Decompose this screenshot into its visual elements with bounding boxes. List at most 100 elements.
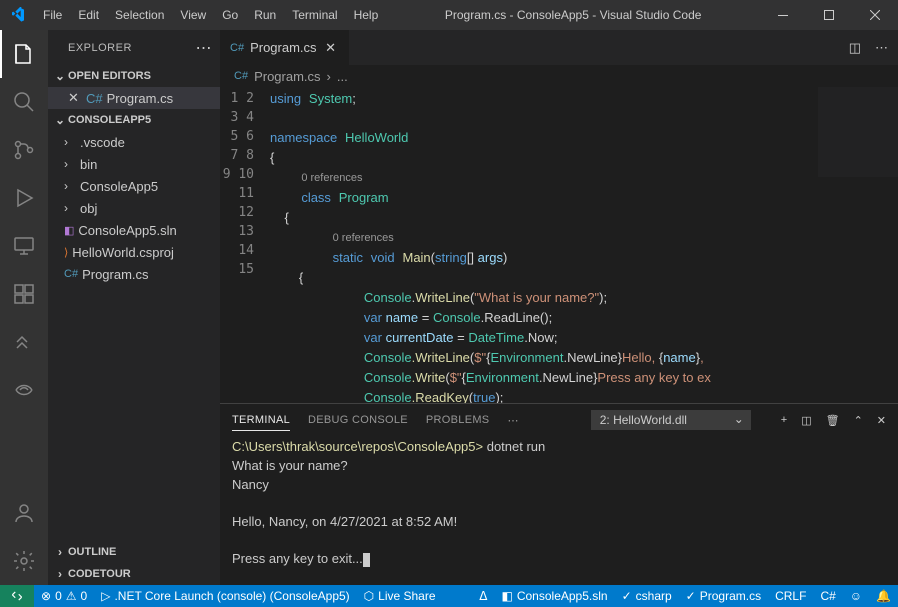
breadcrumb[interactable]: C# Program.cs › ...	[220, 65, 898, 87]
menu-terminal[interactable]: Terminal	[284, 0, 345, 30]
menu-edit[interactable]: Edit	[70, 0, 107, 30]
account-icon[interactable]	[0, 489, 48, 537]
check-icon: ✓	[686, 589, 696, 603]
tree-label: ConsoleApp5.sln	[78, 223, 176, 238]
open-editor-label: Program.cs	[107, 91, 173, 106]
maximize-panel-icon[interactable]: ⌃	[854, 414, 863, 427]
status-flame[interactable]: ᐃ	[472, 585, 494, 607]
window-controls	[760, 0, 898, 30]
close-button[interactable]	[852, 0, 898, 30]
status-errors[interactable]: ⊗0 ⚠0	[34, 585, 94, 607]
chevron-right-icon: ›	[52, 567, 68, 581]
csharp-file-icon: C#	[230, 42, 244, 54]
codetour-label: CODETOUR	[68, 568, 131, 580]
menu-run[interactable]: Run	[246, 0, 284, 30]
terminal-selector[interactable]: 2: HelloWorld.dll	[591, 410, 751, 430]
menu-selection[interactable]: Selection	[107, 0, 172, 30]
status-language[interactable]: C#	[813, 585, 842, 607]
status-sln[interactable]: ◧ConsoleApp5.sln	[495, 585, 615, 607]
sidebar-title: EXPLORER	[68, 42, 196, 54]
kill-terminal-icon[interactable]: 🗑	[826, 414, 840, 427]
file-csproj[interactable]: ⟩ HelloWorld.csproj	[48, 241, 220, 263]
terminal-cursor	[363, 553, 370, 567]
menu-file[interactable]: File	[35, 0, 70, 30]
open-editors-header[interactable]: ⌄ OPEN EDITORS	[48, 65, 220, 87]
window-title: Program.cs - ConsoleApp5 - Visual Studio…	[386, 8, 760, 22]
remote-indicator-icon[interactable]	[0, 585, 34, 607]
explorer-sidebar: EXPLORER ⋯ ⌄ OPEN EDITORS ✕ C# Program.c…	[48, 30, 220, 585]
run-debug-icon[interactable]	[0, 174, 48, 222]
split-terminal-icon[interactable]: ◫	[801, 414, 811, 427]
panel-tab-problems[interactable]: PROBLEMS	[426, 410, 490, 430]
terminal-content[interactable]: C:\Users\thrak\source\repos\ConsoleApp5>…	[220, 436, 898, 585]
vscode-logo-icon	[0, 7, 35, 23]
codelens-references[interactable]: 0 references	[333, 232, 394, 244]
breadcrumb-item[interactable]: ...	[337, 69, 348, 84]
panel: TERMINAL DEBUG CONSOLE PROBLEMS ⋯ 2: Hel…	[220, 403, 898, 585]
sln-file-icon: ◧	[64, 224, 74, 237]
check-icon: ✓	[622, 589, 632, 603]
editor-tabs: C# Program.cs ✕ ◫ ⋯	[220, 30, 898, 65]
extensions-icon[interactable]	[0, 270, 48, 318]
file-program-cs[interactable]: C#Program.cs	[48, 263, 220, 285]
codetour-header[interactable]: ›CODETOUR	[48, 563, 220, 585]
menu-help[interactable]: Help	[346, 0, 387, 30]
new-terminal-icon[interactable]: +	[781, 414, 787, 427]
source-control-icon[interactable]	[0, 126, 48, 174]
settings-gear-icon[interactable]	[0, 537, 48, 585]
folder-bin[interactable]: ›bin	[48, 153, 220, 175]
sidebar-more-icon[interactable]: ⋯	[196, 38, 213, 58]
panel-tab-debug-console[interactable]: DEBUG CONSOLE	[308, 410, 408, 430]
liveshare-icon[interactable]	[0, 366, 48, 414]
codelens-references[interactable]: 0 references	[301, 172, 362, 184]
project-header[interactable]: ⌄ CONSOLEAPP5	[48, 109, 220, 131]
code-content[interactable]: using System; namespace HelloWorld { 0 r…	[270, 87, 898, 403]
open-editors-label: OPEN EDITORS	[68, 70, 151, 82]
menu-go[interactable]: Go	[214, 0, 246, 30]
maximize-button[interactable]	[806, 0, 852, 30]
panel-tab-more-icon[interactable]: ⋯	[507, 410, 518, 431]
search-icon[interactable]	[0, 78, 48, 126]
file-sln[interactable]: ◧ ConsoleApp5.sln	[48, 219, 220, 241]
split-editor-icon[interactable]: ◫	[849, 40, 861, 56]
editor-area: C# Program.cs ✕ ◫ ⋯ C# Program.cs › ... …	[220, 30, 898, 585]
line-numbers: 1 2 3 4 5 6 7 8 9 10 11 12 13 14 15	[220, 87, 270, 403]
status-csharp[interactable]: ✓csharp	[615, 585, 679, 607]
status-liveshare[interactable]: ⬡Live Share	[357, 585, 443, 607]
status-feedback-icon[interactable]: ☺	[843, 585, 869, 607]
status-crlf[interactable]: CRLF	[768, 585, 813, 607]
close-tab-icon[interactable]: ✕	[323, 40, 339, 56]
remote-explorer-icon[interactable]	[0, 222, 48, 270]
status-program[interactable]: ✓Program.cs	[679, 585, 768, 607]
panel-tab-terminal[interactable]: TERMINAL	[232, 410, 290, 431]
tree-label: HelloWorld.csproj	[72, 245, 174, 260]
breadcrumb-item[interactable]: Program.cs	[254, 69, 320, 84]
tree-label: .vscode	[80, 135, 125, 150]
outline-header[interactable]: ›OUTLINE	[48, 541, 220, 563]
activity-bar	[0, 30, 48, 585]
code-editor[interactable]: 1 2 3 4 5 6 7 8 9 10 11 12 13 14 15 usin…	[220, 87, 898, 403]
folder-consoleapp5[interactable]: ›ConsoleApp5	[48, 175, 220, 197]
folder-obj[interactable]: ›obj	[48, 197, 220, 219]
folder-vscode[interactable]: ›.vscode	[48, 131, 220, 153]
tree-label: obj	[80, 201, 97, 216]
status-notifications-icon[interactable]: 🔔	[869, 585, 898, 607]
menu-view[interactable]: View	[172, 0, 214, 30]
terminal-prompt: C:\Users\thrak\source\repos\ConsoleApp5>	[232, 439, 483, 454]
minimize-button[interactable]	[760, 0, 806, 30]
explorer-icon[interactable]	[0, 30, 48, 78]
warning-icon: ⚠	[66, 589, 77, 603]
menu-bar: File Edit Selection View Go Run Terminal…	[35, 0, 386, 30]
csproj-file-icon: ⟩	[64, 246, 68, 259]
azure-icon[interactable]	[0, 318, 48, 366]
minimap[interactable]	[818, 87, 898, 177]
close-panel-icon[interactable]: ✕	[877, 414, 886, 427]
open-editor-item[interactable]: ✕ C# Program.cs	[48, 87, 220, 109]
liveshare-icon: ⬡	[364, 589, 374, 603]
status-launch-config[interactable]: ▷.NET Core Launch (console) (ConsoleApp5…	[94, 585, 356, 607]
project-label: CONSOLEAPP5	[68, 114, 151, 126]
terminal-output: Press any key to exit...	[232, 551, 363, 566]
tab-program-cs[interactable]: C# Program.cs ✕	[220, 30, 350, 65]
more-actions-icon[interactable]: ⋯	[875, 40, 888, 56]
close-icon[interactable]: ✕	[68, 90, 82, 106]
